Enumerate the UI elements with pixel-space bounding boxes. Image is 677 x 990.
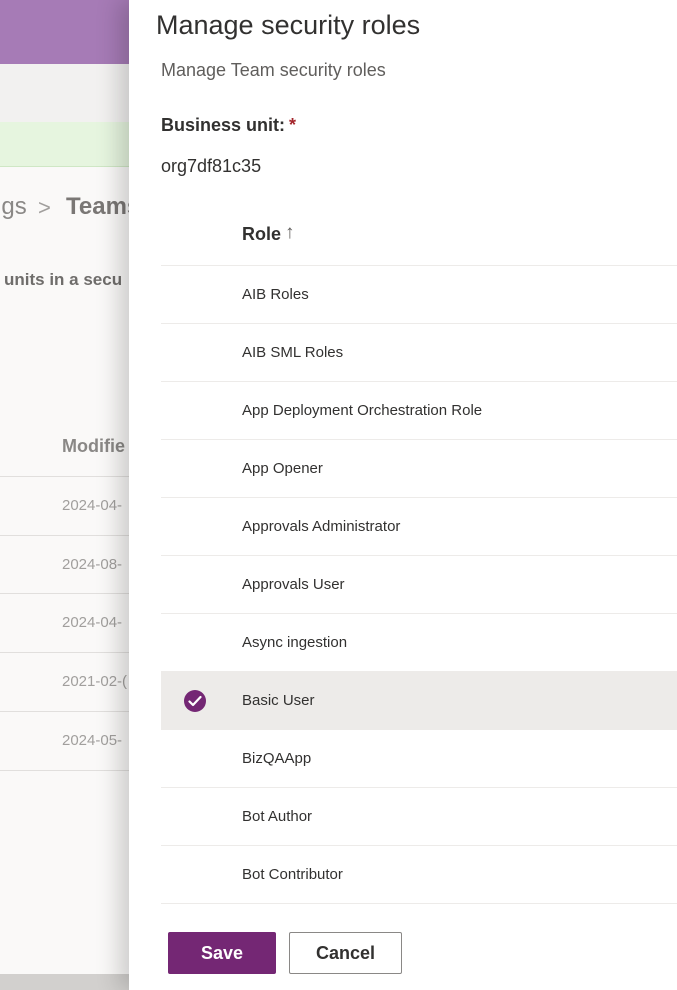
role-row[interactable]: App Deployment Orchestration Role xyxy=(161,382,677,440)
role-row[interactable]: Basic User xyxy=(161,672,677,730)
modified-date: 2024-04- xyxy=(62,497,123,514)
sort-ascending-icon: ↑ xyxy=(285,222,295,243)
checkmark-circle-icon[interactable] xyxy=(184,690,206,712)
role-name: AIB Roles xyxy=(242,286,309,303)
modified-date: 2024-04- xyxy=(62,614,123,631)
required-marker: * xyxy=(289,115,297,135)
role-row[interactable]: Approvals User xyxy=(161,556,677,614)
role-name: App Opener xyxy=(242,460,323,477)
role-name: Bot Contributor xyxy=(242,866,343,883)
modified-column-header[interactable]: Modifie xyxy=(62,436,125,457)
role-name: App Deployment Orchestration Role xyxy=(242,402,483,419)
panel-title: Manage security roles xyxy=(156,10,421,40)
role-row[interactable]: Approvals Administrator xyxy=(161,498,677,556)
role-row[interactable]: Bot Contributor xyxy=(161,846,677,904)
panel-subtitle: Manage Team security roles xyxy=(161,60,386,80)
business-unit-value: org7df81c35 xyxy=(161,156,262,176)
role-name: Basic User xyxy=(242,692,315,709)
business-unit-label: Business unit: * xyxy=(161,115,296,136)
role-name: Approvals Administrator xyxy=(242,518,401,535)
role-row[interactable]: App Opener xyxy=(161,440,677,498)
business-unit-label-text: Business unit: xyxy=(161,115,286,135)
role-name: AIB SML Roles xyxy=(242,344,344,361)
modified-date: 2021-02-( xyxy=(62,673,128,690)
breadcrumb-settings[interactable]: ngs xyxy=(0,193,27,221)
role-name: Bot Author xyxy=(242,808,313,825)
manage-security-roles-panel: Manage security roles Manage Team securi… xyxy=(129,0,677,990)
role-row[interactable]: Async ingestion xyxy=(161,614,677,672)
modified-date: 2024-05- xyxy=(62,732,123,749)
role-row[interactable]: AIB SML Roles xyxy=(161,324,677,382)
role-name: Async ingestion xyxy=(242,634,348,651)
page-description: units in a secu xyxy=(4,270,123,289)
role-row[interactable]: BizQAApp xyxy=(161,730,677,788)
cancel-button[interactable]: Cancel xyxy=(289,932,402,974)
roles-grid: Role ↑ AIB Roles AIB SML Roles App Deploym… xyxy=(161,207,677,904)
modified-date: 2024-08- xyxy=(62,556,123,573)
role-name: Approvals User xyxy=(242,576,345,593)
role-name: BizQAApp xyxy=(242,750,312,767)
role-row[interactable]: Bot Author xyxy=(161,788,677,846)
role-column-label: Role xyxy=(242,224,282,244)
role-row[interactable]: AIB Roles xyxy=(161,266,677,324)
save-button[interactable]: Save xyxy=(168,932,276,974)
role-column-header[interactable]: Role ↑ xyxy=(161,207,677,266)
breadcrumb-chevron-icon: > xyxy=(38,195,51,220)
